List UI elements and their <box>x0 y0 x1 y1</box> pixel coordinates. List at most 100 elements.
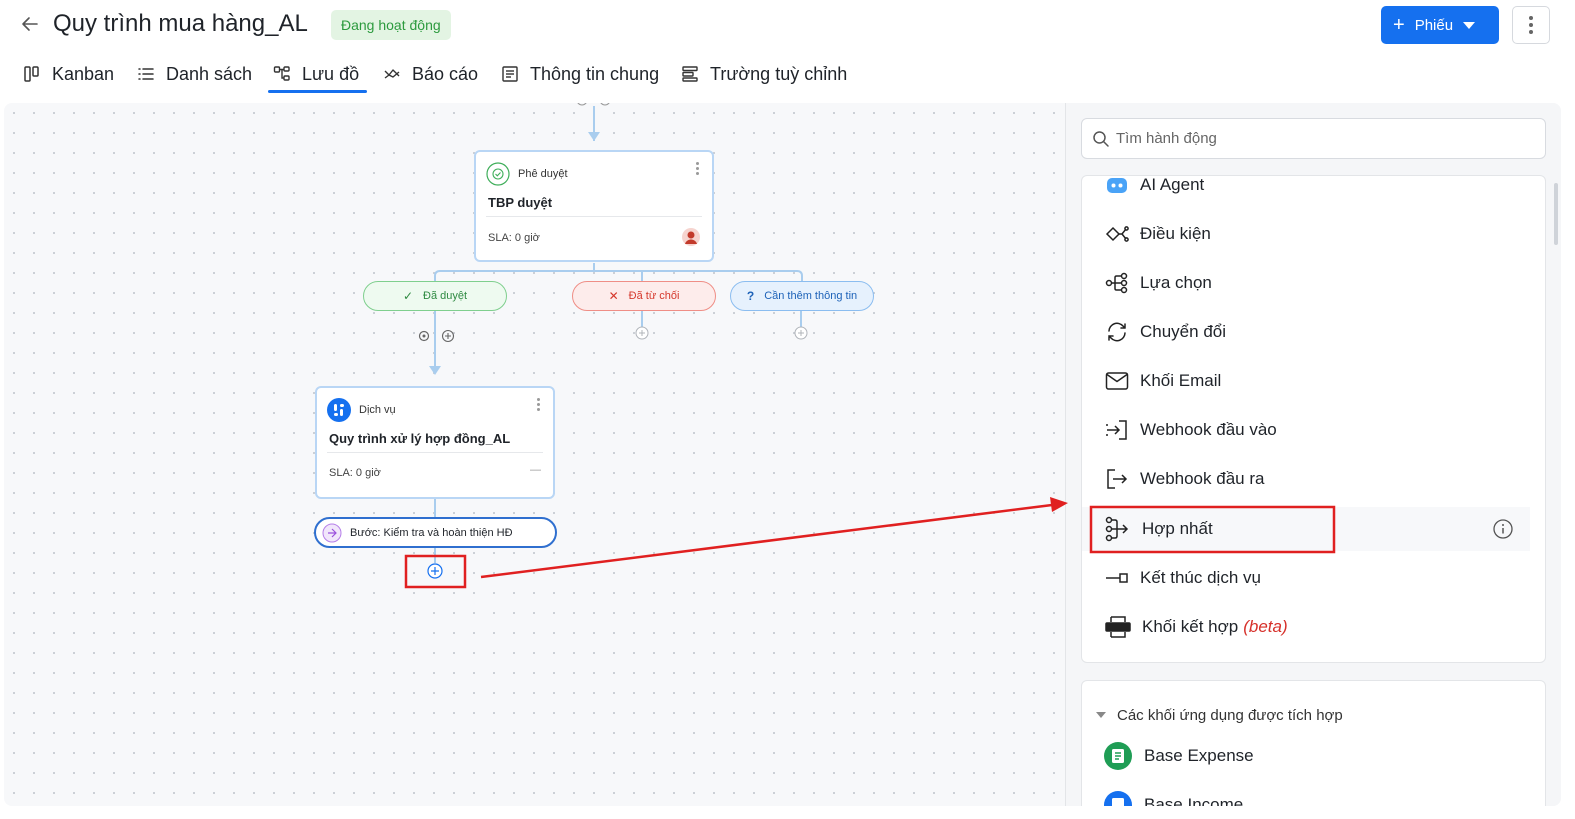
branch-approved[interactable]: ✓ Đã duyệt <box>363 281 507 311</box>
list-icon <box>138 68 154 80</box>
tab-list[interactable]: Danh sách <box>137 56 252 92</box>
branch-rejected[interactable]: ✕ Đã từ chối <box>572 281 716 311</box>
more-options-button[interactable] <box>1512 6 1550 44</box>
base-expense-logo-icon <box>1104 742 1132 770</box>
view-tabs: Kanban Danh sách Lưu đồ Báo cáo Thông ti… <box>0 56 1000 94</box>
info-icon <box>1493 519 1513 539</box>
node-type: Dịch vụ <box>327 398 396 422</box>
integration-base-expense[interactable]: Base Expense <box>1104 742 1254 770</box>
add-after-rejected-icon[interactable] <box>635 326 649 340</box>
header: Quy trình mua hàng_AL Đang hoạt động + P… <box>0 0 1575 50</box>
action-webhook-in[interactable]: Webhook đầu vào <box>1082 408 1530 452</box>
node-sla: SLA: 0 giờ <box>329 467 381 479</box>
node-type: Phê duyệt <box>486 162 568 186</box>
end-service-icon <box>1106 573 1128 583</box>
search-box[interactable] <box>1081 118 1546 159</box>
search-input[interactable] <box>1116 130 1516 147</box>
check-circle-icon <box>486 162 510 186</box>
add-after-approved-icon[interactable] <box>441 329 455 343</box>
node-menu-button[interactable] <box>694 162 700 175</box>
kanban-icon <box>24 66 39 82</box>
action-end-service[interactable]: Kết thúc dịch vụ <box>1082 556 1530 600</box>
avatar <box>682 228 700 246</box>
tab-label: Trường tuỳ chỉnh <box>710 63 848 84</box>
combine-icon <box>1105 616 1131 638</box>
service-node[interactable]: Dịch vụ Quy trình xử lý hợp đồng_AL SLA:… <box>315 386 555 499</box>
scrollbar[interactable] <box>1554 183 1558 245</box>
info-list-icon <box>502 66 518 82</box>
assignee-placeholder: — <box>530 464 541 476</box>
new-ticket-button[interactable]: + Phiếu <box>1381 6 1499 44</box>
dot-icon <box>1529 30 1533 34</box>
close-icon: ✕ <box>608 289 619 303</box>
search-icon <box>1093 131 1109 147</box>
status-badge: Đang hoạt động <box>331 10 451 40</box>
actions-list: AI Agent Điều kiện Lựa chọn Chuyển đổi K… <box>1081 175 1546 663</box>
webhook-out-icon <box>1107 469 1128 489</box>
approval-node[interactable]: Phê duyệt TBP duyệt SLA: 0 giờ <box>474 150 714 262</box>
merge-icon <box>1105 516 1129 542</box>
trend-chart-icon <box>384 69 400 79</box>
node-name: Quy trình xử lý hợp đồng_AL <box>329 431 511 446</box>
arrow-left-icon <box>22 17 38 31</box>
email-icon <box>1105 372 1129 390</box>
branch-more-info[interactable]: ? Cần thêm thông tin <box>730 281 874 311</box>
action-webhook-out[interactable]: Webhook đầu ra <box>1082 457 1530 501</box>
action-condition[interactable]: Điều kiện <box>1082 212 1530 256</box>
action-ai-agent[interactable]: AI Agent <box>1082 176 1530 207</box>
service-icon <box>327 398 351 422</box>
integration-base-income[interactable]: Base Income <box>1104 791 1243 806</box>
convert-icon <box>1108 322 1126 342</box>
add-after-more-info-icon[interactable] <box>794 326 808 340</box>
node-menu-button[interactable] <box>535 398 541 411</box>
tab-report[interactable]: Báo cáo <box>383 56 478 92</box>
node-name: TBP duyệt <box>488 195 553 210</box>
node-sla: SLA: 0 giờ <box>488 232 540 244</box>
action-combine[interactable]: Khối kết hợp (beta) <box>1082 605 1530 649</box>
beta-tag: (beta) <box>1243 617 1288 636</box>
custom-fields-icon <box>682 66 698 82</box>
choice-icon <box>1105 272 1128 294</box>
page-title: Quy trình mua hàng_AL <box>53 10 308 37</box>
dot-icon <box>1529 16 1533 20</box>
node-type-label: Phê duyệt <box>518 168 568 180</box>
node-type-label: Dịch vụ <box>359 404 396 416</box>
base-income-logo-icon <box>1104 791 1132 806</box>
tab-label: Kanban <box>52 63 115 84</box>
tab-general-info[interactable]: Thông tin chung <box>501 56 659 92</box>
section-title[interactable]: Các khối ứng dụng được tích hợp <box>1117 707 1343 724</box>
action-convert[interactable]: Chuyển đổi <box>1082 310 1530 354</box>
condition-icon <box>1105 226 1129 242</box>
connector-arrow <box>588 132 600 141</box>
webhook-in-icon <box>1106 420 1127 440</box>
check-icon: ✓ <box>402 289 414 303</box>
tab-kanban[interactable]: Kanban <box>23 56 114 92</box>
step-item[interactable]: Bước: Kiểm tra và hoàn thiện HĐ <box>314 517 557 548</box>
top-node-controls <box>577 103 610 106</box>
divider <box>486 216 702 217</box>
divider <box>327 452 543 453</box>
question-icon: ? <box>746 289 755 303</box>
integrated-apps-section: Các khối ứng dụng được tích hợp Base Exp… <box>1081 680 1546 806</box>
tab-label: Lưu đồ <box>302 63 360 84</box>
dot-icon <box>1529 23 1533 27</box>
tab-label: Báo cáo <box>412 63 479 84</box>
add-step-icon[interactable] <box>427 563 443 579</box>
action-choice[interactable]: Lựa chọn <box>1082 261 1530 305</box>
step-icon <box>322 523 342 542</box>
active-tab-indicator <box>268 90 367 93</box>
caret-down-icon <box>1463 21 1476 29</box>
gear-icon[interactable] <box>418 330 430 342</box>
action-merge[interactable]: Hợp nhất <box>1082 507 1530 551</box>
new-ticket-label: Phiếu <box>1414 16 1454 34</box>
action-email[interactable]: Khối Email <box>1082 359 1530 403</box>
tab-label: Danh sách <box>166 63 253 84</box>
flowchart-icon <box>273 66 290 81</box>
caret-down-icon[interactable] <box>1096 712 1106 718</box>
tab-flowchart[interactable]: Lưu đồ <box>273 56 359 92</box>
tab-custom-fields[interactable]: Trường tuỳ chỉnh <box>681 56 847 92</box>
action-panel: AI Agent Điều kiện Lựa chọn Chuyển đổi K… <box>1065 103 1561 806</box>
ai-agent-icon <box>1107 178 1127 193</box>
plus-icon: + <box>1393 14 1405 36</box>
back-button[interactable] <box>18 12 42 36</box>
